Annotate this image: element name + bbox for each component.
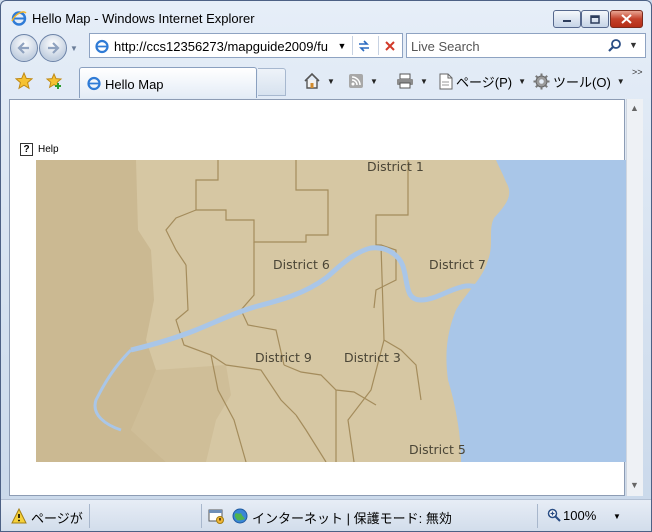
security-zone-text: インターネット | 保護モード: 無効 bbox=[252, 511, 452, 526]
search-box: ▼ bbox=[406, 33, 646, 58]
home-icon bbox=[304, 72, 320, 89]
map-canvas[interactable]: District 1 District 6 District 7 District 9… bbox=[36, 160, 627, 462]
print-dropdown-icon[interactable]: ▼ bbox=[420, 77, 428, 86]
tab-hello-map[interactable]: Hello Map bbox=[79, 67, 257, 98]
warning-icon bbox=[11, 508, 27, 524]
status-bar: ページが表示されました インターネット | 保護モード: 無効 100% ▼ bbox=[1, 499, 651, 531]
back-button[interactable] bbox=[10, 34, 38, 62]
district-label: District 6 bbox=[273, 257, 330, 272]
forward-button[interactable] bbox=[39, 34, 67, 62]
popup-blocked-icon[interactable] bbox=[208, 508, 224, 524]
minimize-button[interactable] bbox=[553, 10, 581, 28]
ie-logo-icon bbox=[11, 11, 27, 26]
more-commands-chevron-icon[interactable]: >> bbox=[632, 67, 643, 77]
address-dropdown-icon[interactable]: ▼ bbox=[336, 39, 348, 53]
feeds-button[interactable]: ▼ bbox=[348, 71, 378, 91]
address-bar: ▼ bbox=[89, 33, 403, 58]
tools-menu-button[interactable]: ツール(O) ▼ bbox=[533, 71, 625, 91]
district-label: District 5 bbox=[409, 442, 466, 457]
page-icon bbox=[439, 73, 453, 89]
district-label: District 9 bbox=[255, 350, 312, 365]
print-button[interactable]: ▼ bbox=[396, 71, 428, 91]
maximize-button[interactable] bbox=[581, 10, 609, 28]
help-link[interactable]: ? Help bbox=[20, 143, 59, 156]
district-label: District 3 bbox=[344, 350, 401, 365]
status-divider bbox=[89, 504, 90, 528]
feeds-dropdown-icon[interactable]: ▼ bbox=[370, 77, 378, 86]
minimize-icon bbox=[563, 20, 571, 22]
help-label: Help bbox=[38, 144, 59, 155]
home-dropdown-icon[interactable]: ▼ bbox=[327, 77, 335, 86]
close-button[interactable] bbox=[610, 10, 643, 28]
page-ie-icon bbox=[95, 39, 109, 54]
refresh-icon bbox=[358, 39, 369, 52]
district-label: District 7 bbox=[429, 257, 486, 272]
help-icon: ? bbox=[20, 143, 33, 156]
title-bar: Hello Map - Windows Internet Explorer bbox=[1, 1, 651, 31]
district-label: District 1 bbox=[367, 160, 424, 174]
window-title: Hello Map - Windows Internet Explorer bbox=[32, 11, 255, 26]
tools-menu-label: ツール(O) bbox=[553, 74, 611, 90]
new-tab-button[interactable] bbox=[258, 68, 286, 96]
vertical-scrollbar[interactable]: ▲ ▼ bbox=[626, 99, 643, 496]
zoom-magnifier-icon[interactable] bbox=[547, 508, 561, 522]
zoom-dropdown-icon[interactable]: ▼ bbox=[613, 512, 621, 521]
refresh-button[interactable] bbox=[352, 36, 374, 55]
favorites-star-icon[interactable] bbox=[15, 72, 33, 90]
forward-arrow-icon bbox=[48, 42, 60, 54]
page-menu-button[interactable]: ページ(P) ▼ bbox=[438, 71, 526, 91]
stop-button[interactable] bbox=[378, 36, 400, 55]
tools-dropdown-icon: ▼ bbox=[616, 76, 625, 86]
internet-zone-globe-icon bbox=[232, 508, 248, 524]
browser-window: Hello Map - Windows Internet Explorer ▼ … bbox=[0, 0, 652, 532]
command-bar: Hello Map ▼ ▼ ▼ ページ(P) ▼ ツール(O) ▼ >> bbox=[1, 63, 651, 99]
status-text: ページが表示されました bbox=[31, 511, 83, 526]
status-divider bbox=[201, 504, 202, 528]
add-favorites-icon[interactable] bbox=[45, 72, 63, 90]
search-icon[interactable] bbox=[607, 38, 623, 54]
page-content: ? Help District 1 District 6 District 7 … bbox=[9, 99, 627, 496]
stop-icon bbox=[384, 40, 395, 51]
close-icon bbox=[621, 14, 632, 24]
home-button[interactable]: ▼ bbox=[303, 71, 335, 91]
page-dropdown-icon: ▼ bbox=[518, 76, 526, 86]
scroll-up-arrow-icon[interactable]: ▲ bbox=[630, 103, 639, 113]
printer-icon bbox=[397, 73, 413, 89]
search-options-dropdown-icon[interactable]: ▼ bbox=[629, 40, 638, 50]
recent-pages-dropdown-icon[interactable]: ▼ bbox=[70, 44, 78, 53]
maximize-icon bbox=[590, 14, 600, 24]
url-input[interactable] bbox=[114, 38, 334, 55]
tab-ie-icon bbox=[87, 76, 101, 91]
page-menu-label: ページ(P) bbox=[456, 74, 513, 90]
gear-icon bbox=[533, 73, 550, 89]
status-divider bbox=[537, 504, 538, 528]
zoom-level[interactable]: 100% bbox=[563, 508, 596, 523]
map-viewer[interactable]: District 1 District 6 District 7 District 9… bbox=[36, 160, 627, 462]
tab-label: Hello Map bbox=[105, 77, 164, 92]
scroll-down-arrow-icon[interactable]: ▼ bbox=[630, 480, 639, 490]
feeds-icon bbox=[349, 74, 363, 88]
search-input[interactable] bbox=[411, 38, 601, 55]
back-arrow-icon bbox=[17, 42, 29, 54]
